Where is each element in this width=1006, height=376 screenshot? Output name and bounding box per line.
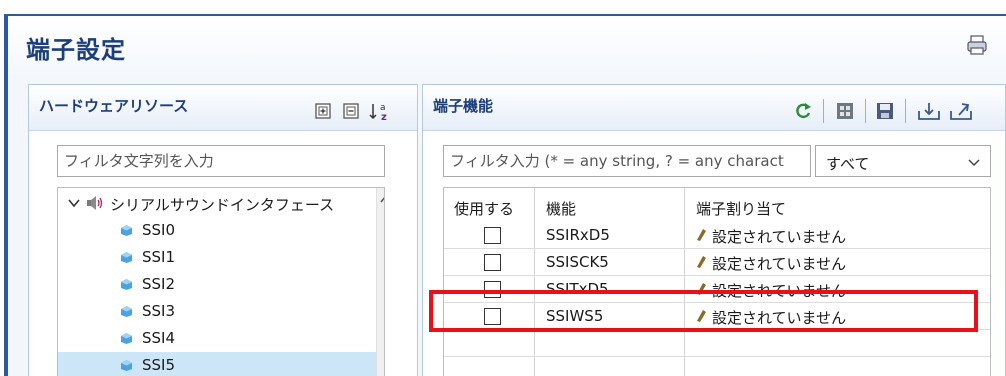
sort-az-icon[interactable]: a z	[369, 101, 395, 121]
tree-item-ssi4[interactable]: SSI4	[58, 325, 376, 352]
pin-assignment[interactable]: 設定されていません	[712, 253, 846, 274]
pin-filter-input[interactable]	[443, 145, 811, 177]
pin-assignment[interactable]: 設定されていません	[712, 226, 846, 247]
toolbar-separator	[905, 99, 906, 123]
cube-icon	[121, 360, 132, 371]
tree-item-label: SSI4	[142, 329, 176, 347]
screenshot-frame: 端子設定 ハードウェアリソース a z フィルタ文字列を入力 シリアルサウンドイ…	[0, 0, 1006, 376]
export-icon[interactable]	[949, 101, 973, 121]
tree-item-label: SSI3	[142, 302, 176, 320]
tree-item-label: SSI5	[142, 356, 176, 374]
filter-scope-value: すべて	[826, 155, 870, 173]
pin-function-table: 使用する 機能 端子割り当て SSIRxD5 設定されていません SSISCK5	[443, 187, 991, 376]
pencil-icon	[697, 229, 706, 241]
cube-icon	[121, 225, 132, 236]
cube-icon	[121, 279, 132, 290]
toolbar-separator	[865, 99, 866, 123]
table-row[interactable]: SSISCK5 設定されていません	[444, 249, 990, 276]
column-header-assignment-label: 端子割り当て	[696, 200, 787, 218]
hardware-panel-header: ハードウェアリソース a z	[29, 85, 417, 131]
cube-icon	[121, 333, 132, 344]
chevron-down-icon[interactable]	[968, 156, 980, 168]
function-name: SSIRxD5	[546, 226, 610, 244]
tree-item-ssi1[interactable]: SSI1	[58, 244, 376, 271]
use-checkbox[interactable]	[484, 227, 501, 244]
tree-item-ssi2[interactable]: SSI2	[58, 271, 376, 298]
pencil-icon	[697, 256, 706, 268]
scroll-up-icon[interactable]	[380, 194, 385, 204]
tree-item-ssi0[interactable]: SSI0	[58, 217, 376, 244]
cube-icon	[121, 252, 132, 263]
pin-panel-header: 端子機能	[423, 85, 1005, 131]
hardware-resource-tree: シリアルサウンドインタフェース SSI0 SSI1 SSI2 SSI3 SSI4…	[57, 187, 385, 376]
pin-panel-title: 端子機能	[433, 97, 494, 115]
table-row[interactable]: SSIRxD5 設定されていません	[444, 222, 990, 249]
tree-item-label: SSI2	[142, 275, 176, 293]
pin-function-panel: 端子機能 フィルタ入力 (* = any string, ? = any cha…	[422, 84, 1006, 376]
svg-text:z: z	[381, 112, 387, 121]
column-header-use-label: 使用する	[454, 200, 515, 218]
grid-icon[interactable]	[835, 101, 855, 121]
tree-group-label: シリアルサウンドインタフェース	[110, 196, 335, 214]
filter-scope-select[interactable]: すべて	[815, 145, 991, 177]
editor-title: 端子設定	[26, 36, 126, 64]
use-checkbox[interactable]	[484, 254, 501, 271]
hardware-panel-title: ハードウェアリソース	[39, 97, 189, 115]
function-name: SSISCK5	[546, 253, 609, 271]
collapse-all-icon[interactable]	[341, 101, 361, 121]
import-icon[interactable]	[917, 101, 941, 121]
tree-item-ssi5[interactable]: SSI5	[58, 352, 376, 376]
table-row-empty	[444, 330, 990, 357]
column-header-function-label: 機能	[546, 200, 577, 218]
print-icon[interactable]	[966, 34, 988, 56]
speaker-icon	[87, 196, 103, 210]
toolbar-separator	[823, 99, 824, 123]
tree-scrollbar[interactable]	[376, 188, 385, 376]
tree-item-ssi3[interactable]: SSI3	[58, 298, 376, 325]
chevron-down-icon[interactable]	[68, 198, 80, 208]
save-icon[interactable]	[875, 101, 895, 121]
tree-group-serial-sound[interactable]: シリアルサウンドインタフェース	[58, 190, 376, 217]
tree-item-label: SSI0	[142, 221, 176, 239]
cube-icon	[121, 306, 132, 317]
expand-all-icon[interactable]	[313, 101, 333, 121]
hardware-filter-input[interactable]	[57, 145, 385, 177]
refresh-icon[interactable]	[793, 101, 813, 121]
hardware-resource-panel: ハードウェアリソース a z フィルタ文字列を入力 シリアルサウンドインタフェー…	[28, 84, 418, 376]
tree-item-label: SSI1	[142, 248, 176, 266]
red-highlight-box	[429, 290, 978, 332]
